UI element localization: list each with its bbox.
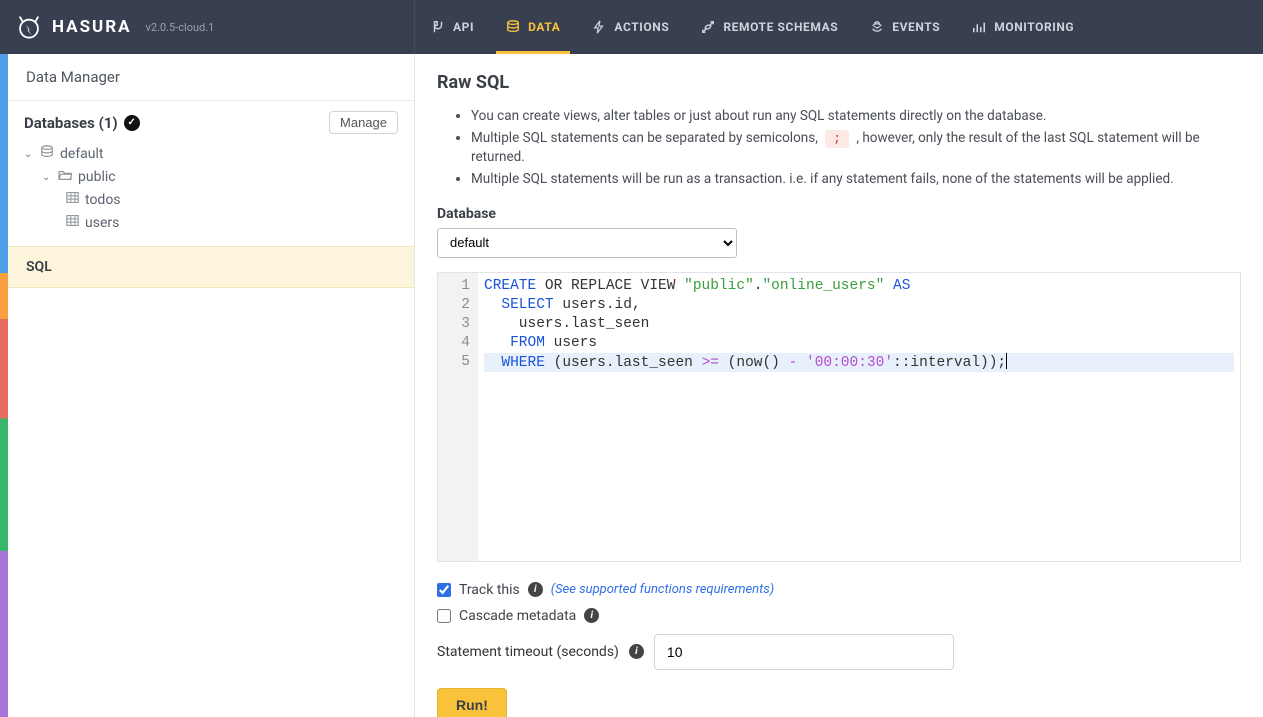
table-icon [66,191,79,208]
chevron-down-icon: ⌄ [24,149,34,160]
topbar: HASURA v2.0.5-cloud.1 APIDATAACTIONSREMO… [0,0,1263,54]
nav-tabs: APIDATAACTIONSREMOTE SCHEMASEVENTSMONITO… [415,0,1090,54]
rainbow-strip [0,54,8,717]
bullet-item: Multiple SQL statements will be run as a… [471,170,1241,190]
table-icon [66,214,79,231]
nav-tab-remote-schemas[interactable]: REMOTE SCHEMAS [685,0,854,54]
info-icon[interactable]: i [584,608,599,623]
semicolon-chip: ; [825,130,849,149]
tree-db-node[interactable]: ⌄ default [24,142,414,166]
page-title: Raw SQL [437,72,1241,93]
nav-tab-api[interactable]: API [415,0,490,54]
main-panel: Raw SQL You can create views, alter tabl… [415,54,1263,717]
track-this-checkbox[interactable] [437,583,451,597]
tree-db-label: default [60,146,104,162]
editor-gutter: 12345 [438,273,478,561]
databases-label: Databases (1) [24,114,118,132]
events-icon [870,20,884,34]
sidebar-item-sql[interactable]: SQL [8,246,414,288]
info-bullets: You can create views, alter tables or ju… [437,107,1241,190]
db-tree: ⌄ default ⌄ public todosusers [8,140,414,242]
monitoring-icon [972,20,986,34]
manage-button[interactable]: Manage [329,111,398,134]
tree-table-users[interactable]: users [66,211,414,234]
data-icon [506,20,520,34]
database-icon [40,145,54,163]
cascade-metadata-label: Cascade metadata [459,608,576,624]
actions-icon [592,20,606,34]
chevron-down-icon: ⌄ [42,172,52,183]
api-icon [431,20,445,34]
sidebar: Data Manager Databases (1) ✓ Manage ⌄ de… [8,54,415,717]
run-button[interactable]: Run! [437,688,507,717]
folder-open-icon [58,169,72,185]
brand-version: v2.0.5-cloud.1 [146,21,215,34]
brand-area: HASURA v2.0.5-cloud.1 [0,0,415,54]
databases-title[interactable]: Databases (1) ✓ [24,114,140,132]
sidebar-header: Data Manager [8,54,414,101]
info-icon[interactable]: i [528,582,543,597]
nav-tab-data[interactable]: DATA [490,0,576,54]
nav-tab-monitoring[interactable]: MONITORING [956,0,1090,54]
cascade-metadata-checkbox[interactable] [437,609,451,623]
brand-logo-icon [16,14,42,40]
database-field-label: Database [437,206,1241,222]
timeout-label: Statement timeout (seconds) [437,644,619,660]
bullet-item: Multiple SQL statements can be separated… [471,129,1241,168]
brand-name: HASURA [52,17,132,37]
remote-schemas-icon [701,20,715,34]
nav-tab-actions[interactable]: ACTIONS [576,0,685,54]
tree-schema-node[interactable]: ⌄ public [42,166,414,188]
bullet-item: You can create views, alter tables or ju… [471,107,1241,127]
nav-tab-events[interactable]: EVENTS [854,0,956,54]
info-icon[interactable]: i [629,644,644,659]
database-select[interactable]: default [437,228,737,258]
tree-schema-label: public [78,169,116,185]
check-icon: ✓ [124,115,140,131]
timeout-input[interactable] [654,634,954,670]
supported-functions-link[interactable]: (See supported functions requirements) [551,582,774,597]
editor-code[interactable]: CREATE OR REPLACE VIEW "public"."online_… [478,273,1240,561]
tree-table-todos[interactable]: todos [66,188,414,211]
sql-editor[interactable]: 12345 CREATE OR REPLACE VIEW "public"."o… [437,272,1241,562]
track-this-label: Track this [459,582,520,598]
